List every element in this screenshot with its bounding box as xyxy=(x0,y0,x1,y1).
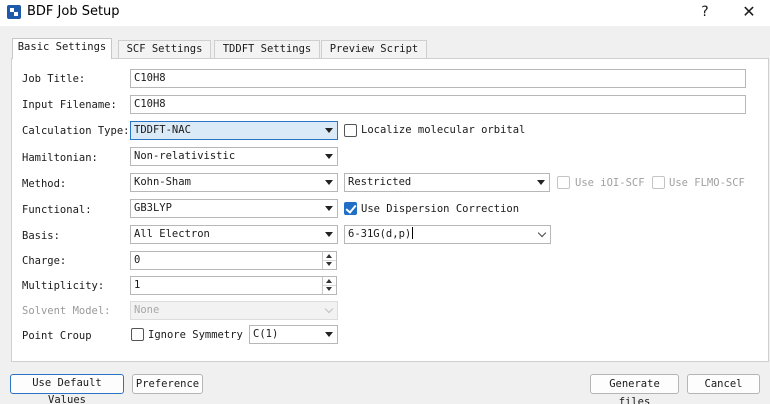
dropdown-arrow-icon xyxy=(325,232,333,237)
restriction-value: Restricted xyxy=(348,176,412,188)
method-value: Kohn-Sham xyxy=(134,176,191,188)
basis-set-combobox[interactable]: 6-31G(d,p) xyxy=(344,225,551,244)
chevron-down-icon xyxy=(537,228,547,238)
point-group-label: Point Croup xyxy=(22,330,92,342)
solvent-model-label: Solvent Model: xyxy=(22,305,111,317)
dropdown-arrow-icon xyxy=(325,180,333,185)
job-title-label: Job Title: xyxy=(22,73,86,85)
spin-down-icon[interactable] xyxy=(326,287,332,291)
multiplicity-spinbox[interactable]: 1 xyxy=(130,276,337,295)
spin-up-icon[interactable] xyxy=(326,279,332,283)
tab-tddft-settings[interactable]: TDDFT Settings xyxy=(214,40,320,58)
hamiltonian-label: Hamiltonian: xyxy=(22,152,98,164)
use-flmo-scf-checkbox[interactable] xyxy=(652,176,665,189)
cancel-button[interactable]: Cancel xyxy=(687,374,760,394)
solvent-model-value: None xyxy=(134,304,160,316)
multiplicity-stepper[interactable] xyxy=(322,277,336,294)
hamiltonian-select[interactable]: Non-relativistic xyxy=(130,147,338,166)
charge-value: 0 xyxy=(134,254,141,266)
use-ioi-scf-label: Use iOI-SCF xyxy=(575,177,645,189)
charge-label: Charge: xyxy=(22,255,67,267)
basis-set-value: 6-31G(d,p) xyxy=(348,228,412,240)
input-filename-input[interactable]: C10H8 xyxy=(130,95,746,114)
close-button[interactable]: ✕ xyxy=(738,2,760,22)
spin-up-icon[interactable] xyxy=(326,254,332,258)
job-title-input[interactable]: C10H8 xyxy=(130,69,746,88)
app-icon xyxy=(7,5,21,19)
functional-select[interactable]: GB3LYP xyxy=(130,199,338,218)
localize-orbital-checkbox[interactable] xyxy=(344,124,357,137)
basis-label: Basis: xyxy=(22,230,60,242)
dropdown-arrow-icon xyxy=(537,180,545,185)
charge-spinbox[interactable]: 0 xyxy=(130,251,337,270)
title-bar: BDF Job Setup ? ✕ xyxy=(0,0,770,26)
text-cursor xyxy=(412,227,414,239)
window-title: BDF Job Setup xyxy=(27,4,120,19)
basis-select[interactable]: All Electron xyxy=(130,225,338,244)
use-dispersion-checkbox[interactable] xyxy=(344,202,357,215)
dropdown-arrow-icon xyxy=(325,206,333,211)
functional-label: Functional: xyxy=(22,204,92,216)
preference-button[interactable]: Preference xyxy=(132,374,203,394)
generate-files-button[interactable]: Generate files xyxy=(590,374,679,404)
tab-preview-script[interactable]: Preview Script xyxy=(321,40,427,58)
help-button[interactable]: ? xyxy=(694,2,716,22)
calculation-type-select[interactable]: TDDFT-NAC xyxy=(130,121,338,140)
hamiltonian-value: Non-relativistic xyxy=(134,150,236,162)
ignore-symmetry-label: Ignore Symmetry xyxy=(148,329,243,341)
tab-basic-settings[interactable]: Basic Settings xyxy=(12,38,112,59)
dropdown-arrow-icon xyxy=(325,332,333,337)
restriction-select[interactable]: Restricted xyxy=(344,173,550,192)
solvent-model-select[interactable]: None xyxy=(130,301,338,320)
dropdown-arrow-icon xyxy=(325,154,333,159)
calculation-type-value: TDDFT-NAC xyxy=(134,124,191,136)
input-filename-label: Input Filename: xyxy=(22,99,117,111)
method-label: Method: xyxy=(22,178,67,190)
multiplicity-label: Multiplicity: xyxy=(22,280,105,292)
use-dispersion-label: Use Dispersion Correction xyxy=(361,203,520,215)
chevron-down-icon xyxy=(324,304,334,314)
point-group-value: C(1) xyxy=(253,328,279,340)
charge-stepper[interactable] xyxy=(322,252,336,269)
calculation-type-label: Calculation Type: xyxy=(22,125,130,137)
point-group-select[interactable]: C(1) xyxy=(249,325,338,344)
use-default-values-button[interactable]: Use Default Values xyxy=(10,374,124,404)
spin-down-icon[interactable] xyxy=(326,262,332,266)
multiplicity-value: 1 xyxy=(134,279,141,291)
use-flmo-scf-label: Use FLMO-SCF xyxy=(669,177,745,189)
ignore-symmetry-checkbox[interactable] xyxy=(131,328,144,341)
dropdown-arrow-icon xyxy=(325,128,333,133)
localize-orbital-label: Localize molecular orbital xyxy=(361,124,526,136)
method-select[interactable]: Kohn-Sham xyxy=(130,173,338,192)
tab-scf-settings[interactable]: SCF Settings xyxy=(118,40,211,58)
functional-value: GB3LYP xyxy=(134,202,172,214)
use-ioi-scf-checkbox[interactable] xyxy=(557,176,570,189)
basis-value: All Electron xyxy=(134,228,210,240)
